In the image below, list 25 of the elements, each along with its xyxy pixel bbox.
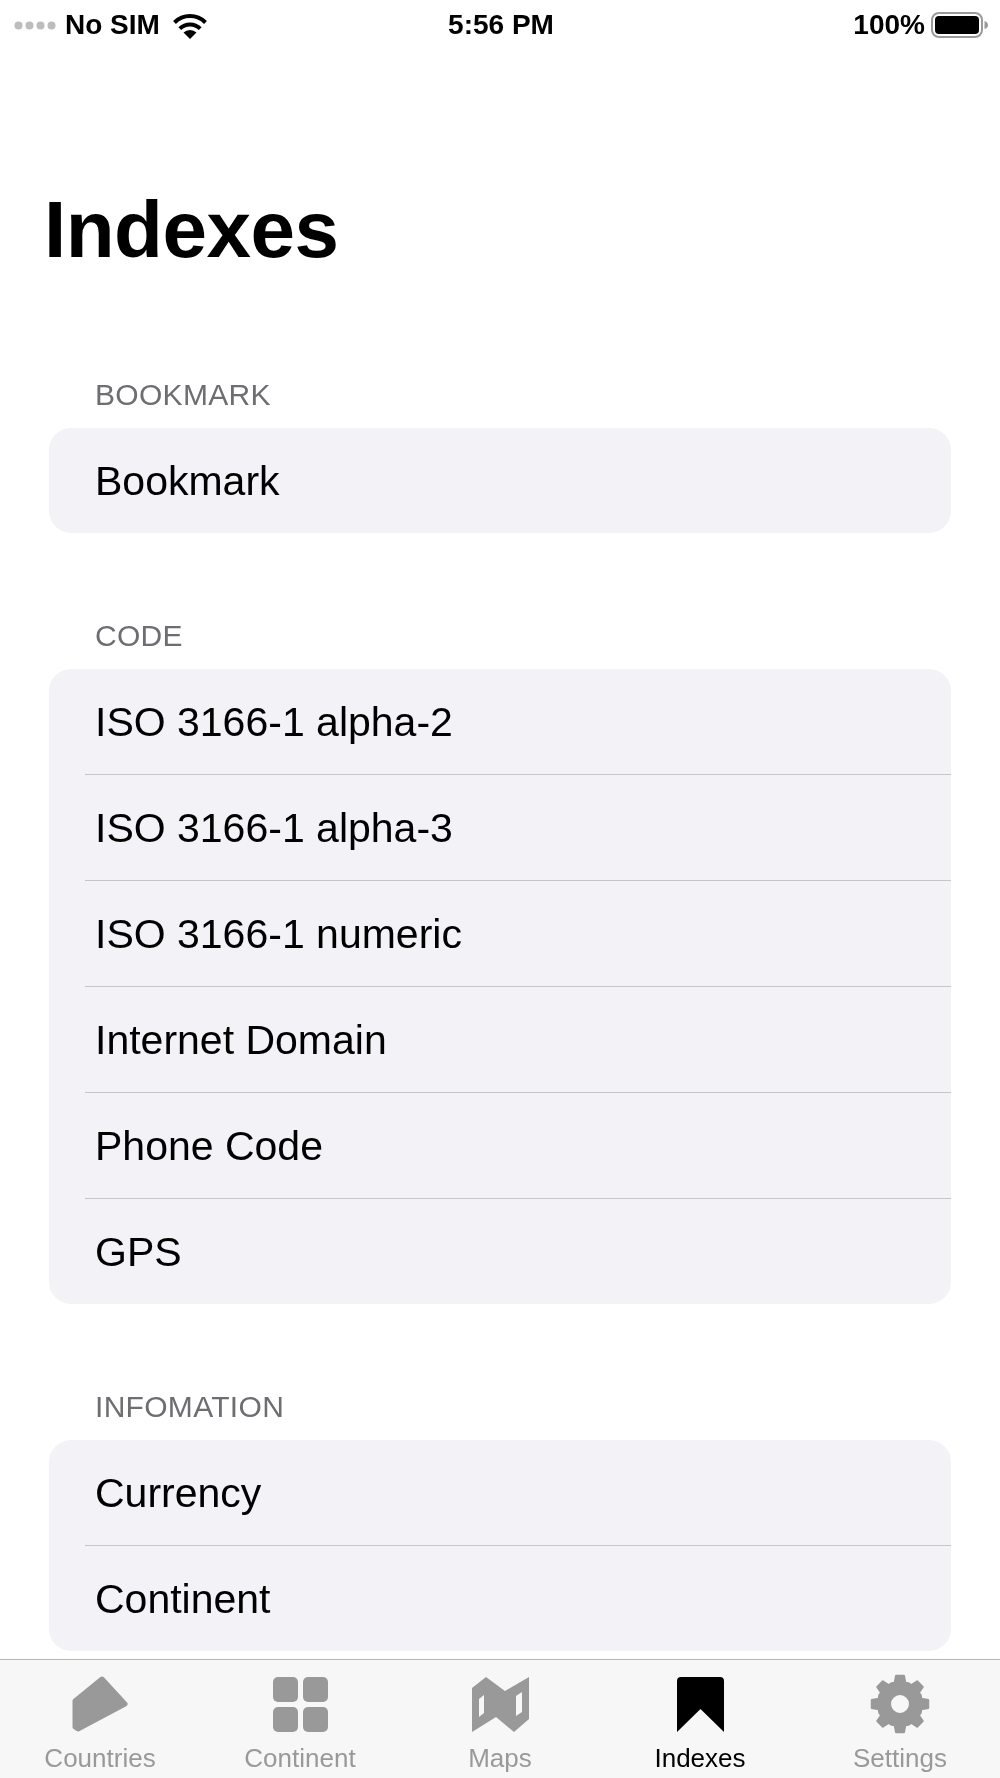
section-header: CODE (95, 618, 184, 654)
list-row[interactable]: ISO 3166-1 alpha-2 (49, 669, 951, 774)
list-row[interactable]: Continent (49, 1546, 951, 1651)
section-header: BOOKMARK (95, 377, 272, 413)
list-row[interactable]: Phone Code (49, 1093, 951, 1198)
signal-icon (14, 20, 56, 30)
grid-icon (272, 1676, 328, 1732)
battery-percentage: 100% (853, 8, 925, 42)
battery-icon (931, 12, 988, 38)
clock-time: 5:56 PM (448, 8, 554, 42)
section-header: INFOMATION (95, 1389, 286, 1425)
page-title: Indexes (44, 190, 340, 270)
list-row[interactable]: Internet Domain (49, 987, 951, 1092)
list-row[interactable]: ISO 3166-1 alpha-3 (49, 775, 951, 880)
bookmark-icon (676, 1676, 724, 1732)
list-row[interactable]: Currency (49, 1440, 951, 1545)
tag-icon (72, 1676, 128, 1732)
list-row[interactable]: Bookmark (49, 428, 951, 533)
list-row[interactable]: GPS (49, 1199, 951, 1304)
map-icon (471, 1676, 529, 1732)
carrier-text: No SIM (65, 8, 160, 42)
gear-icon (870, 1674, 930, 1734)
wifi-icon (171, 11, 208, 39)
list-row[interactable]: ISO 3166-1 numeric (49, 881, 951, 986)
tab-bar-item[interactable]: Indexes (600, 1660, 800, 1778)
